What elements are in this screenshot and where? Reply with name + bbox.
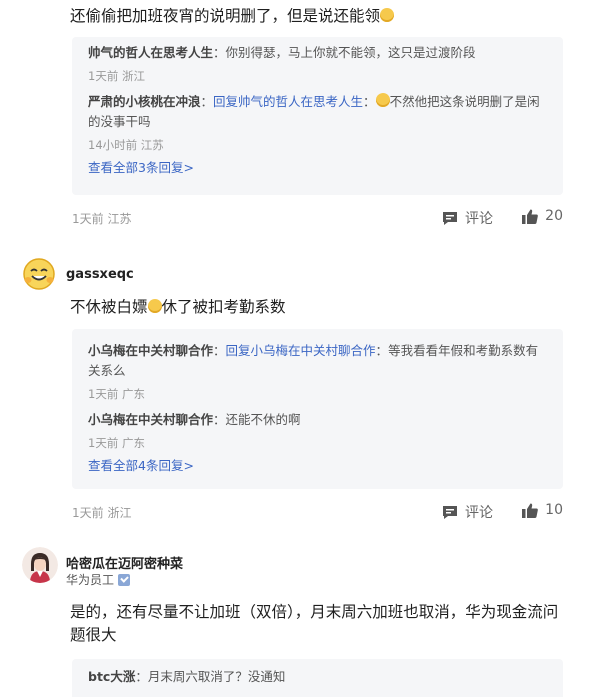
avatar[interactable] [22,257,56,291]
comment-text: 还偷偷把加班夜宵的说明删了，但是说还能领 [70,4,570,28]
comment-footer: 1天前 浙江 评论 10 [72,500,563,522]
author-title: 华为员工 [66,571,131,588]
reply-author[interactable]: 小乌梅在中关村聊合作 [88,343,213,358]
reply-item: 帅气的哲人在思考人生：你别得瑟，马上你就不能领，这只是过渡阶段 [88,45,476,60]
reply-to-link[interactable]: 回复帅气的哲人在思考人生 [213,94,363,109]
comment-button[interactable]: 评论 [442,208,493,228]
like-count: 20 [545,208,563,224]
like-count: 10 [545,502,563,518]
laugh-emoji-icon [375,93,390,107]
comment-label: 评论 [465,505,493,521]
reply-author[interactable]: btc大涨 [88,669,135,684]
reply-box: 帅气的哲人在思考人生：你别得瑟，马上你就不能领，这只是过渡阶段 1天前 浙江 严… [72,37,563,195]
comment-text: 是的，还有尽量不让加班（双倍），月末周六加班也取消，华为现金流问题很大 [70,603,559,644]
view-all-replies-link[interactable]: 查看全部4条回复> [88,455,547,474]
comment-icon [443,211,457,225]
emoji-avatar-icon [23,258,55,290]
comment-label: 评论 [465,211,493,227]
comment-2: gassxeqc 不休被白嫖 休了被扣考勤系数 小乌梅在中关村聊合作：回复小乌梅在… [0,255,600,540]
comment-meta: 1天前 江苏 [72,212,132,226]
thumbs-up-icon [522,503,539,518]
reply-text: 还能不休的啊 [225,412,301,427]
view-all-replies-link[interactable]: 查看全部3条回复> [88,157,547,176]
like-button[interactable]: 20 [522,208,563,224]
comment-meta: 1天前 浙江 [72,506,132,520]
reply-text: 月末周六取消了？没通知 [147,669,286,684]
comment-3: 哈密瓜在迈阿密种菜 华为员工 是的，还有尽量不让加班（双倍），月末周六加班也取消… [0,545,600,697]
comment-text: 不休被白嫖 休了被扣考勤系数 [70,298,286,316]
reply-item: btc大涨：月末周六取消了？没通知 [88,669,286,684]
laugh-emoji-icon [380,8,395,22]
comment-1: 还偷偷把加班夜宵的说明删了，但是说还能领 帅气的哲人在思考人生：你别得瑟，马上你… [0,0,600,235]
reply-item: 小乌梅在中关村聊合作：回复小乌梅在中关村聊合作：等我看看年假和考勤系数有关系么 [88,343,539,378]
thumbs-up-icon [522,209,539,224]
comment-footer: 1天前 江苏 评论 20 [72,206,563,228]
verified-badge-icon [118,573,131,586]
reply-author[interactable]: 严肃的小核桃在冲浪 [88,94,201,109]
comment-button[interactable]: 评论 [442,502,493,522]
comment-icon [443,505,457,519]
reply-meta: 1天前 浙江 [88,69,145,83]
reply-author[interactable]: 帅气的哲人在思考人生 [88,45,213,60]
reply-box: btc大涨：月末周六取消了？没通知 [72,659,563,697]
user-avatar-icon [22,547,58,583]
reply-item: 严肃的小核桃在冲浪：回复帅气的哲人在思考人生： 不然他把这条说明删了是闲的没事干吗 [88,93,540,129]
reply-to-link[interactable]: 回复小乌梅在中关村聊合作 [226,343,376,358]
reply-author[interactable]: 小乌梅在中关村聊合作 [88,412,213,427]
reply-meta: 1天前 广东 [88,436,145,450]
laugh-emoji-icon [147,299,162,313]
author-name[interactable]: gassxeqc [66,267,134,282]
reply-item: 小乌梅在中关村聊合作：还能不休的啊 [88,412,301,427]
avatar[interactable] [22,547,58,583]
author-name[interactable]: 哈密瓜在迈阿密种菜 [66,553,183,572]
reply-meta: 14小时前 江苏 [88,138,164,152]
like-button[interactable]: 10 [522,502,563,518]
reply-meta: 1天前 广东 [88,387,145,401]
reply-text: 你别得瑟，马上你就不能领，这只是过渡阶段 [225,45,476,60]
reply-box: 小乌梅在中关村聊合作：回复小乌梅在中关村聊合作：等我看看年假和考勤系数有关系么 … [72,329,563,489]
